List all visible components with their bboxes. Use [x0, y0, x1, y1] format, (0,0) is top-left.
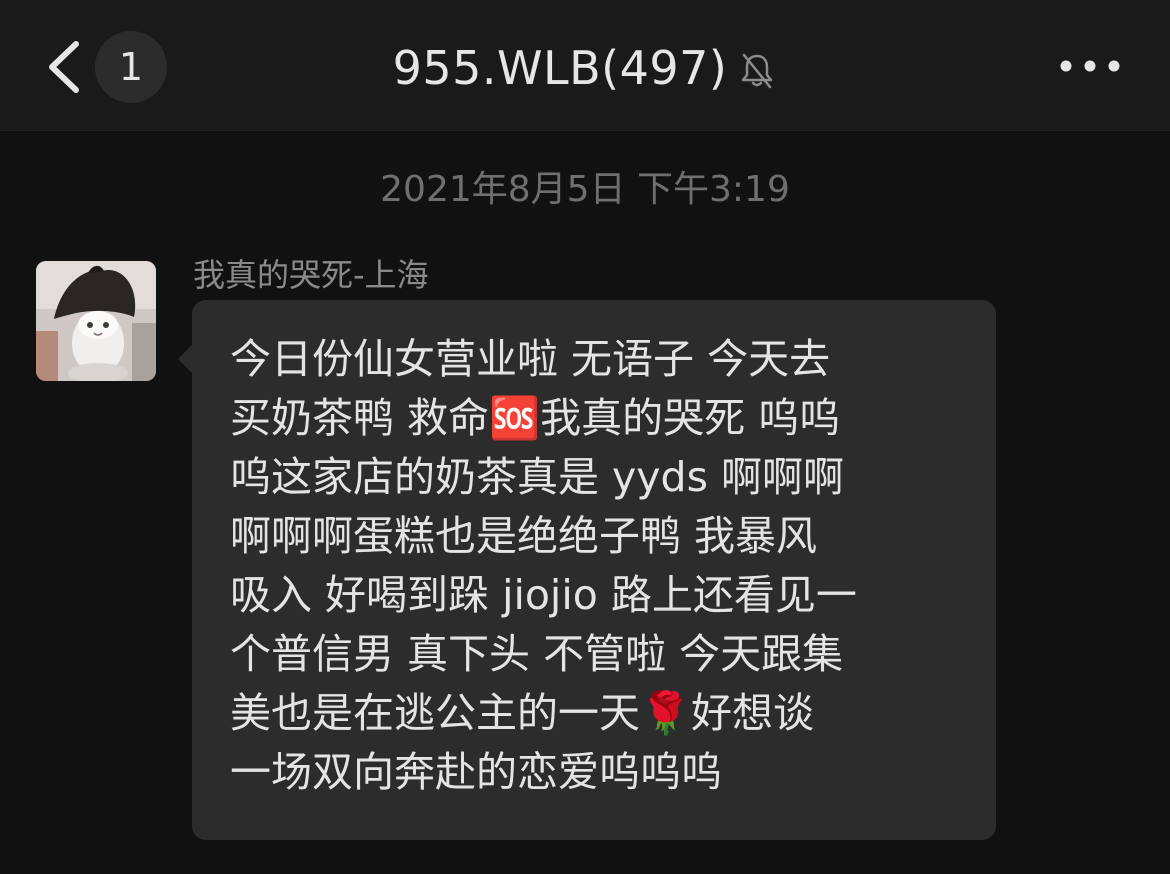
message-line: 个普信男 真下头 不管啦 今天跟集	[230, 630, 844, 678]
message-line: 买奶茶鸭 救命🆘我真的哭死 呜呜	[230, 394, 841, 442]
message-line: 一场双向奔赴的恋爱呜呜呜	[230, 748, 722, 796]
message-line: 今日份仙女营业啦 无语子 今天去	[230, 335, 831, 383]
more-dots-icon	[1060, 60, 1120, 72]
more-options-button[interactable]	[1050, 44, 1130, 88]
chat-title: 955.WLB(497)	[392, 41, 728, 95]
sender-avatar[interactable]	[36, 261, 156, 381]
message-line: 美也是在逃公主的一天🌹好想谈	[230, 689, 815, 737]
sender-name: 我真的哭死-上海	[193, 256, 429, 294]
message-timestamp: 2021年8月5日 下午3:19	[380, 169, 790, 210]
navigation-bar: 1 955.WLB(497)	[0, 0, 1170, 131]
cat-avatar-icon	[36, 261, 156, 381]
message-bubble[interactable]: 今日份仙女营业啦 无语子 今天去 买奶茶鸭 救命🆘我真的哭死 呜呜 呜这家店的奶…	[192, 300, 996, 840]
message-line: 吸入 好喝到跺 jiojio 路上还看见一	[230, 571, 857, 619]
title-area: 955.WLB(497)	[0, 38, 1170, 98]
message-line: 呜这家店的奶茶真是 yyds 啊啊啊	[230, 453, 844, 501]
muted-bell-icon	[742, 53, 773, 89]
chat-screen: 1 955.WLB(497) 2021年8月5日 下午3:19 我真的哭死-上海…	[0, 0, 1170, 874]
message-line: 啊啊啊蛋糕也是绝绝子鸭 我暴风	[230, 512, 818, 560]
